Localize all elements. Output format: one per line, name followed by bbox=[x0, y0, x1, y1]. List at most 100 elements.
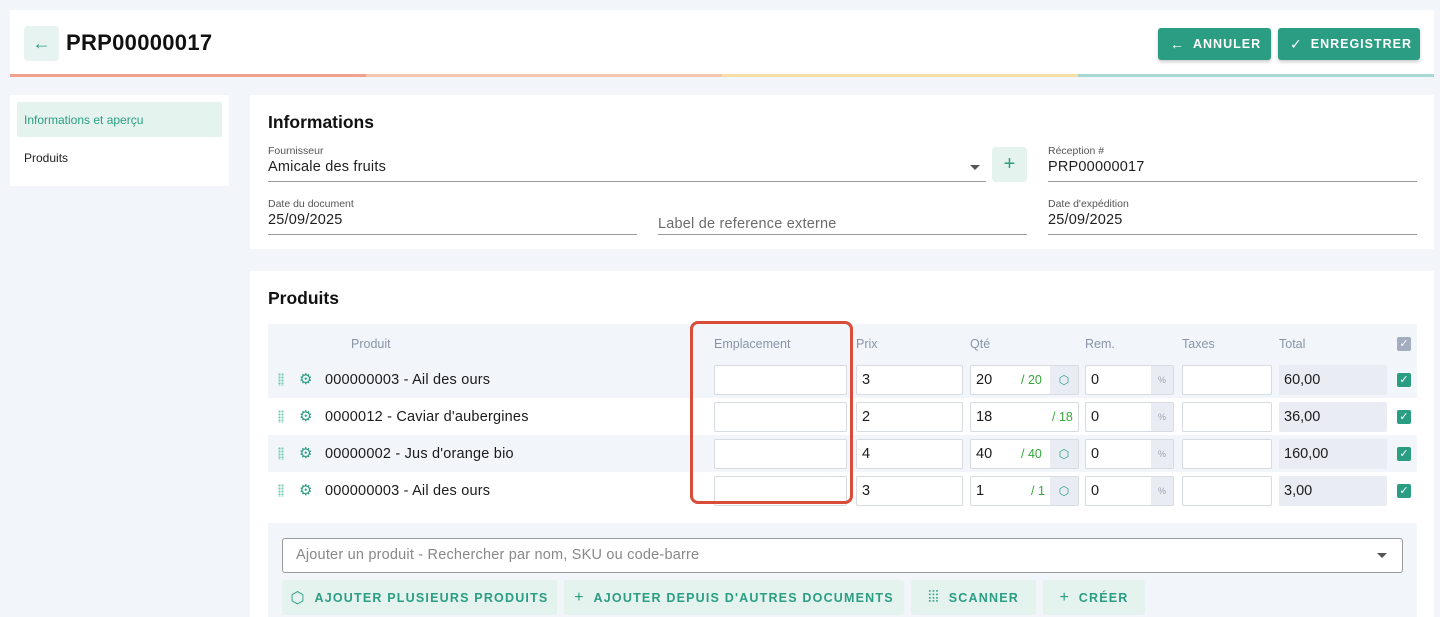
discount-value: 0 bbox=[1091, 409, 1100, 425]
location-input[interactable] bbox=[714, 476, 847, 506]
price-input[interactable]: 2 bbox=[856, 402, 963, 432]
sidebar-item-informations[interactable]: Informations et aperçu bbox=[17, 102, 222, 137]
product-name: 000000003 - Ail des ours bbox=[325, 372, 491, 388]
product-name: 00000002 - Jus d'orange bio bbox=[325, 446, 514, 462]
plus-icon: + bbox=[574, 588, 584, 606]
quantity-input[interactable]: 1 / 1 ⬡ bbox=[970, 476, 1079, 506]
column-discount: Rem. bbox=[1085, 337, 1115, 351]
arrow-left-icon: ← bbox=[1170, 36, 1185, 52]
select-all-checkbox[interactable]: ✓ bbox=[1397, 337, 1411, 351]
column-price: Prix bbox=[856, 337, 878, 351]
back-button[interactable]: ← bbox=[24, 26, 59, 61]
price-input[interactable]: 3 bbox=[856, 476, 963, 506]
taxes-input[interactable] bbox=[1182, 365, 1272, 395]
plus-icon: + bbox=[1059, 588, 1069, 606]
plus-icon: + bbox=[1003, 153, 1016, 175]
sidebar: Informations et aperçu Produits bbox=[10, 95, 229, 186]
row-checkbox[interactable]: ✓ bbox=[1397, 447, 1411, 461]
taxes-input[interactable] bbox=[1182, 476, 1272, 506]
document-date-label: Date du document bbox=[268, 198, 354, 210]
shipping-date-field[interactable]: Date d'expédition 25/09/2025 bbox=[1048, 198, 1417, 235]
package-icon[interactable]: ⬡ bbox=[1050, 440, 1078, 468]
scan-label: SCANNER bbox=[948, 590, 1019, 605]
quantity-input[interactable]: 18 / 18 bbox=[970, 402, 1079, 432]
location-input[interactable] bbox=[714, 402, 847, 432]
product-name: 0000012 - Caviar d'aubergines bbox=[325, 409, 529, 425]
external-reference-field[interactable]: Label de reference externe bbox=[658, 198, 1027, 235]
drag-handle-icon[interactable] bbox=[278, 373, 284, 386]
table-row: ⚙ 000000003 - Ail des ours 3 20 / 20 ⬡ 0… bbox=[268, 361, 1417, 398]
discount-value: 0 bbox=[1091, 372, 1100, 388]
drag-handle-icon[interactable] bbox=[278, 447, 284, 460]
product-search-placeholder: Ajouter un produit - Rechercher par nom,… bbox=[296, 547, 700, 563]
external-reference-placeholder: Label de reference externe bbox=[658, 216, 837, 232]
create-product-button[interactable]: + CRÉER bbox=[1043, 580, 1145, 615]
price-input[interactable]: 3 bbox=[856, 365, 963, 395]
gear-icon[interactable]: ⚙ bbox=[299, 407, 312, 425]
percent-suffix: % bbox=[1151, 440, 1173, 468]
supplier-label: Fournisseur bbox=[268, 145, 324, 157]
column-product: Produit bbox=[351, 337, 391, 351]
column-qty: Qté bbox=[970, 337, 991, 351]
drag-handle-icon[interactable] bbox=[278, 410, 284, 423]
shipping-date-value: 25/09/2025 bbox=[1048, 212, 1123, 228]
progress-strip-1 bbox=[10, 74, 366, 77]
discount-input[interactable]: 0 % bbox=[1085, 476, 1174, 506]
page-title: PRP00000017 bbox=[66, 30, 213, 55]
discount-input[interactable]: 0 % bbox=[1085, 402, 1174, 432]
supplier-select[interactable]: Fournisseur Amicale des fruits bbox=[268, 145, 986, 182]
line-total: 60,00 bbox=[1279, 365, 1387, 395]
progress-strip-3 bbox=[722, 74, 1078, 77]
quantity-value: 40 bbox=[976, 446, 993, 462]
price-input[interactable]: 4 bbox=[856, 439, 963, 469]
add-from-documents-button[interactable]: + AJOUTER DEPUIS D'AUTRES DOCUMENTS bbox=[564, 580, 904, 615]
check-icon: ✓ bbox=[1290, 35, 1303, 52]
cancel-button-label: ANNULER bbox=[1193, 37, 1262, 51]
quantity-input[interactable]: 20 / 20 ⬡ bbox=[970, 365, 1079, 395]
drag-handle-icon[interactable] bbox=[278, 484, 284, 497]
gear-icon[interactable]: ⚙ bbox=[299, 444, 312, 462]
sidebar-item-produits[interactable]: Produits bbox=[17, 140, 222, 175]
location-input[interactable] bbox=[714, 439, 847, 469]
row-checkbox[interactable]: ✓ bbox=[1397, 410, 1411, 424]
document-date-field[interactable]: Date du document 25/09/2025 bbox=[268, 198, 637, 235]
add-from-documents-label: AJOUTER DEPUIS D'AUTRES DOCUMENTS bbox=[593, 590, 894, 605]
quantity-value: 20 bbox=[976, 372, 993, 388]
column-total: Total bbox=[1279, 337, 1306, 351]
informations-card: Informations Fournisseur Amicale des fru… bbox=[250, 95, 1434, 249]
column-location: Emplacement bbox=[714, 337, 791, 351]
reception-label: Réception # bbox=[1048, 145, 1105, 157]
product-search-input[interactable]: Ajouter un produit - Rechercher par nom,… bbox=[282, 538, 1403, 573]
discount-input[interactable]: 0 % bbox=[1085, 439, 1174, 469]
reception-number-field[interactable]: Réception # PRP00000017 bbox=[1048, 145, 1417, 182]
quantity-value: 18 bbox=[976, 409, 993, 425]
column-taxes: Taxes bbox=[1182, 337, 1215, 351]
table-row: ⚙ 000000003 - Ail des ours 3 1 / 1 ⬡ 0 %… bbox=[268, 472, 1417, 509]
barcode-icon: ⦙⦙⦙ bbox=[928, 588, 939, 606]
discount-value: 0 bbox=[1091, 446, 1100, 462]
quantity-input[interactable]: 40 / 40 ⬡ bbox=[970, 439, 1079, 469]
cancel-button[interactable]: ← ANNULER bbox=[1158, 28, 1271, 60]
save-button[interactable]: ✓ ENREGISTRER bbox=[1278, 28, 1420, 60]
package-icon[interactable]: ⬡ bbox=[1050, 366, 1078, 394]
scan-button[interactable]: ⦙⦙⦙ SCANNER bbox=[911, 580, 1036, 615]
top-bar: ← PRP00000017 ← ANNULER ✓ ENREGISTRER bbox=[10, 10, 1434, 77]
percent-suffix: % bbox=[1151, 366, 1173, 394]
quantity-expected: / 1 bbox=[1031, 484, 1045, 498]
gear-icon[interactable]: ⚙ bbox=[299, 481, 312, 499]
table-row: ⚙ 00000002 - Jus d'orange bio 4 40 / 40 … bbox=[268, 435, 1417, 472]
row-checkbox[interactable]: ✓ bbox=[1397, 373, 1411, 387]
location-input[interactable] bbox=[714, 365, 847, 395]
discount-value: 0 bbox=[1091, 483, 1100, 499]
gear-icon[interactable]: ⚙ bbox=[299, 370, 312, 388]
taxes-input[interactable] bbox=[1182, 439, 1272, 469]
discount-input[interactable]: 0 % bbox=[1085, 365, 1174, 395]
taxes-input[interactable] bbox=[1182, 402, 1272, 432]
add-product-panel: Ajouter un produit - Rechercher par nom,… bbox=[268, 523, 1417, 617]
add-multiple-products-button[interactable]: ⬡ AJOUTER PLUSIEURS PRODUITS bbox=[282, 580, 557, 615]
products-title: Produits bbox=[268, 288, 339, 308]
row-checkbox[interactable]: ✓ bbox=[1397, 484, 1411, 498]
save-button-label: ENREGISTRER bbox=[1310, 37, 1413, 51]
add-supplier-button[interactable]: + bbox=[992, 147, 1027, 182]
package-icon[interactable]: ⬡ bbox=[1050, 477, 1078, 505]
